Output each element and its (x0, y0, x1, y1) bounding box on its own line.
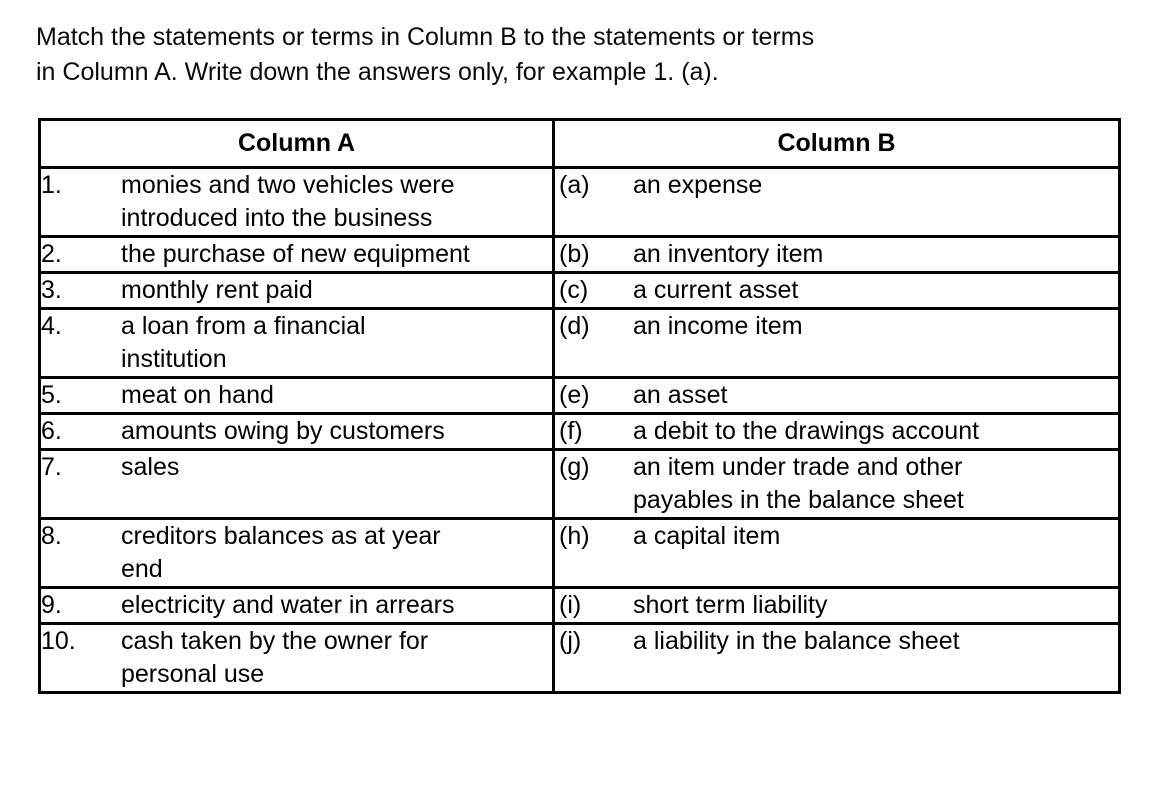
table-row: 7. sales (g) an item under trade and other … (38, 448, 1121, 520)
table-row: 9. electricity and water in arrears (i) sho… (38, 586, 1121, 625)
item-number: 9. (41, 591, 62, 619)
option-letter: (i) (559, 591, 582, 619)
table-row: 3. monthly rent paid (c) a current asset (38, 271, 1121, 310)
column-b-cell: (b) an inventory item (552, 235, 1121, 274)
column-b-cell: (i) short term liability (552, 586, 1121, 625)
column-b-cell: (f) a debit to the drawings account (552, 412, 1121, 451)
column-a-cell: 9. electricity and water in arrears (38, 586, 555, 625)
item-statement: meat on hand (121, 381, 274, 409)
item-number: 10. (41, 627, 76, 655)
table-row: 1. monies and two vehicles were introduce… (38, 166, 1121, 238)
table-row: 4. a loan from a financial institution (d)… (38, 307, 1121, 379)
column-b-header: Column B (552, 118, 1121, 169)
table-row: 5. meat on hand (e) an asset (38, 376, 1121, 415)
column-b-cell: (e) an asset (552, 376, 1121, 415)
item-statement: sales (121, 453, 180, 481)
column-b-cell: (c) a current asset (552, 271, 1121, 310)
option-letter: (d) (559, 312, 590, 340)
option-term: an income item (633, 312, 803, 340)
item-statement: monies and two vehicles were introduced … (121, 171, 455, 232)
instructions-text: Match the statements or terms in Column … (36, 23, 815, 86)
column-a-cell: 6. amounts owing by customers (38, 412, 555, 451)
item-statement: electricity and water in arrears (121, 591, 455, 619)
option-term: an asset (633, 381, 728, 409)
matching-table: Column A Column B 1. monies and two vehic… (38, 118, 1121, 694)
column-a-cell: 4. a loan from a financial institution (38, 307, 555, 379)
item-number: 2. (41, 240, 62, 268)
option-letter: (a) (559, 171, 590, 199)
option-term: a capital item (633, 522, 781, 550)
column-b-cell: (d) an income item (552, 307, 1121, 379)
option-letter: (b) (559, 240, 590, 268)
column-a-cell: 7. sales (38, 448, 555, 520)
option-term: an item under trade and other payables i… (633, 453, 964, 514)
item-statement: creditors balances as at year end (121, 522, 441, 583)
table-row: 10. cash taken by the owner for personal … (38, 622, 1121, 694)
column-a-cell: 5. meat on hand (38, 376, 555, 415)
column-a-header: Column A (38, 118, 555, 169)
column-a-cell: 3. monthly rent paid (38, 271, 555, 310)
option-term: a debit to the drawings account (633, 417, 980, 445)
table-body: 1. monies and two vehicles were introduce… (38, 166, 1121, 694)
option-term: a liability in the balance sheet (633, 627, 960, 655)
column-b-cell: (g) an item under trade and other payable… (552, 448, 1121, 520)
option-term: short term liability (633, 591, 828, 619)
item-number: 4. (41, 312, 62, 340)
item-statement: monthly rent paid (121, 276, 313, 304)
item-statement: cash taken by the owner for personal use (121, 627, 429, 688)
option-term: a current asset (633, 276, 799, 304)
table-row: 8. creditors balances as at year end (h) a … (38, 517, 1121, 589)
option-letter: (c) (559, 276, 589, 304)
item-statement: amounts owing by customers (121, 417, 445, 445)
item-number: 8. (41, 522, 62, 550)
table-row: 2. the purchase of new equipment (b) an inv… (38, 235, 1121, 274)
option-letter: (e) (559, 381, 590, 409)
column-a-cell: 2. the purchase of new equipment (38, 235, 555, 274)
table-header-row: Column A Column B (38, 118, 1121, 169)
item-number: 5. (41, 381, 62, 409)
column-a-cell: 10. cash taken by the owner for personal … (38, 622, 555, 694)
column-b-cell: (a) an expense (552, 166, 1121, 238)
option-letter: (j) (559, 627, 582, 655)
option-letter: (g) (559, 453, 590, 481)
option-letter: (h) (559, 522, 590, 550)
column-a-cell: 8. creditors balances as at year end (38, 517, 555, 589)
column-b-cell: (j) a liability in the balance sheet (552, 622, 1121, 694)
item-number: 7. (41, 453, 62, 481)
column-b-cell: (h) a capital item (552, 517, 1121, 589)
option-letter: (f) (559, 417, 583, 445)
item-number: 6. (41, 417, 62, 445)
item-number: 1. (41, 171, 62, 199)
item-statement: a loan from a financial institution (121, 312, 366, 373)
column-a-cell: 1. monies and two vehicles were introduce… (38, 166, 555, 238)
item-number: 3. (41, 276, 62, 304)
option-term: an inventory item (633, 240, 824, 268)
table-row: 6. amounts owing by customers (f) a debit t… (38, 412, 1121, 451)
option-term: an expense (633, 171, 763, 199)
worksheet-page: Match the statements or terms in Column … (0, 0, 1167, 808)
item-statement: the purchase of new equipment (121, 240, 470, 268)
